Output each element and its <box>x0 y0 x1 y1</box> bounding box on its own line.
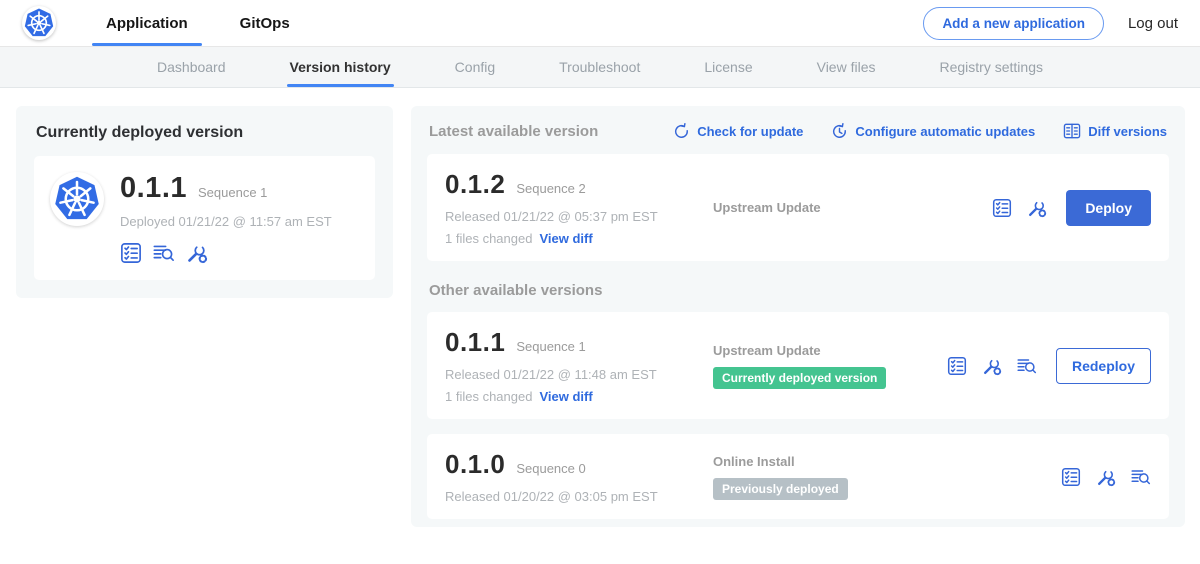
version-row-0-1-2: 0.1.2 Sequence 2 Released 01/21/22 @ 05:… <box>427 154 1169 261</box>
kubernetes-app-icon <box>50 172 104 226</box>
files-changed-label: 1 files changed <box>445 389 532 404</box>
deployed-sequence-label: Sequence 1 <box>198 185 267 200</box>
diff-versions-link[interactable]: Diff versions <box>1063 122 1167 140</box>
subnav-item-dashboard[interactable]: Dashboard <box>154 47 229 87</box>
deploy-logs-icon[interactable] <box>1017 356 1037 376</box>
subnav-item-version-history[interactable]: Version history <box>287 47 394 87</box>
configure-automatic-updates-label: Configure automatic updates <box>855 124 1035 139</box>
app-header: Application GitOps Add a new application… <box>0 0 1200 47</box>
subnav-item-config[interactable]: Config <box>452 47 498 87</box>
main-content: Currently deployed version 0.1.1 Sequenc… <box>0 88 1200 527</box>
subnav-item-license[interactable]: License <box>701 47 755 87</box>
version-source-label: Online Install <box>713 454 1061 469</box>
currently-deployed-title: Currently deployed version <box>36 124 375 142</box>
tab-gitops[interactable]: GitOps <box>226 0 304 46</box>
preflight-checks-icon[interactable] <box>1061 467 1081 487</box>
diff-versions-label: Diff versions <box>1088 124 1167 139</box>
kubernetes-logo-icon <box>22 6 56 40</box>
previously-deployed-badge: Previously deployed <box>713 478 848 500</box>
view-diff-link[interactable]: View diff <box>539 389 592 404</box>
version-row-0-1-1: 0.1.1 Sequence 1 Released 01/21/22 @ 11:… <box>427 312 1169 419</box>
refresh-icon <box>673 123 690 140</box>
preflight-checks-icon[interactable] <box>120 242 142 264</box>
version-actions: Check for update Configure automatic upd… <box>673 122 1167 140</box>
sequence-label: Sequence 0 <box>516 461 585 476</box>
preflight-checks-icon[interactable] <box>947 356 967 376</box>
config-gear-icon[interactable] <box>186 242 208 264</box>
deploy-logs-icon[interactable] <box>153 242 175 264</box>
available-versions-panel: Latest available version Check for updat… <box>411 106 1185 527</box>
configure-automatic-updates-link[interactable]: Configure automatic updates <box>831 123 1035 140</box>
version-source-label: Upstream Update <box>713 343 947 358</box>
deployed-timestamp: Deployed 01/21/22 @ 11:57 am EST <box>120 214 332 229</box>
app-subnav: Dashboard Version history Config Trouble… <box>0 47 1200 88</box>
sequence-label: Sequence 2 <box>516 181 585 196</box>
redeploy-button[interactable]: Redeploy <box>1056 348 1151 384</box>
version-number: 0.1.0 <box>445 449 505 480</box>
subnav-item-view-files[interactable]: View files <box>814 47 879 87</box>
other-available-versions-title: Other available versions <box>429 282 1167 299</box>
logout-button[interactable]: Log out <box>1128 15 1178 32</box>
version-source-label: Upstream Update <box>713 200 992 215</box>
files-changed-label: 1 files changed <box>445 231 532 246</box>
version-row-0-1-0: 0.1.0 Sequence 0 Released 01/20/22 @ 03:… <box>427 434 1169 519</box>
latest-available-title: Latest available version <box>429 123 598 140</box>
check-for-update-label: Check for update <box>697 124 803 139</box>
subnav-item-registry-settings[interactable]: Registry settings <box>937 47 1046 87</box>
version-number: 0.1.1 <box>445 327 505 358</box>
view-diff-link[interactable]: View diff <box>539 231 592 246</box>
tab-gitops-label: GitOps <box>240 15 290 32</box>
released-timestamp: Released 01/21/22 @ 11:48 am EST <box>445 367 695 382</box>
released-timestamp: Released 01/21/22 @ 05:37 pm EST <box>445 209 695 224</box>
version-number: 0.1.2 <box>445 169 505 200</box>
currently-deployed-badge: Currently deployed version <box>713 367 886 389</box>
currently-deployed-version-card: 0.1.1 Sequence 1 Deployed 01/21/22 @ 11:… <box>34 156 375 280</box>
header-tabs: Application GitOps <box>92 0 328 46</box>
header-spacer <box>328 0 924 46</box>
subnav-item-troubleshoot[interactable]: Troubleshoot <box>556 47 643 87</box>
tab-application[interactable]: Application <box>92 0 202 46</box>
deployed-version-number: 0.1.1 <box>120 172 187 205</box>
config-gear-icon[interactable] <box>982 356 1002 376</box>
sequence-label: Sequence 1 <box>516 339 585 354</box>
tab-application-label: Application <box>106 15 188 32</box>
add-application-button[interactable]: Add a new application <box>923 7 1104 40</box>
released-timestamp: Released 01/20/22 @ 03:05 pm EST <box>445 489 695 504</box>
check-for-update-link[interactable]: Check for update <box>673 123 803 140</box>
currently-deployed-card: Currently deployed version 0.1.1 Sequenc… <box>16 106 393 298</box>
config-gear-icon[interactable] <box>1027 198 1047 218</box>
deploy-logs-icon[interactable] <box>1131 467 1151 487</box>
schedule-icon <box>831 123 848 140</box>
preflight-checks-icon[interactable] <box>992 198 1012 218</box>
config-gear-icon[interactable] <box>1096 467 1116 487</box>
deploy-button[interactable]: Deploy <box>1066 190 1151 226</box>
diff-icon <box>1063 122 1081 140</box>
